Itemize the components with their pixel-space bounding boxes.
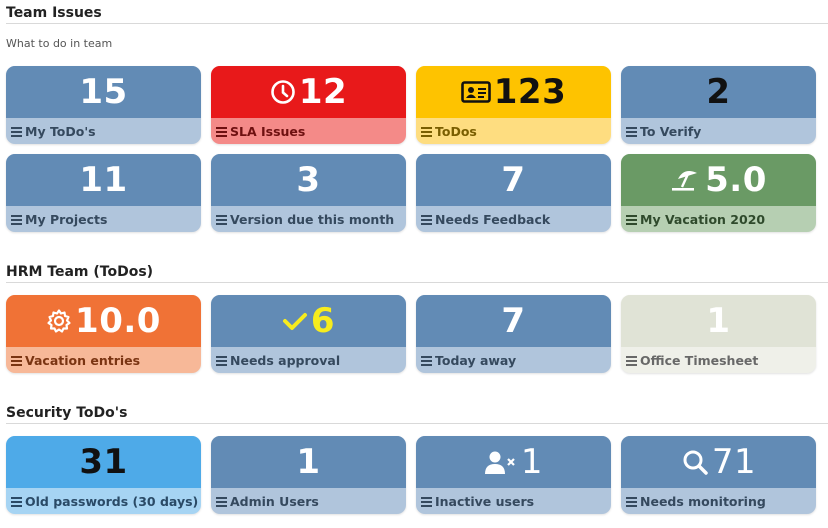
tile-label: My Vacation 2020 xyxy=(640,211,766,227)
tile-label: Today away xyxy=(435,352,517,368)
menu-icon xyxy=(421,355,432,366)
tile-label: Needs monitoring xyxy=(640,493,766,509)
tile-label: Admin Users xyxy=(230,493,319,509)
section-description: What to do in team xyxy=(6,37,113,50)
tile-label: Old passwords (30 days) xyxy=(25,493,199,509)
menu-icon xyxy=(421,496,432,507)
check-icon xyxy=(282,310,308,332)
tile-sla-issues[interactable]: 12 SLA Issues xyxy=(211,66,406,144)
menu-icon xyxy=(216,214,227,225)
tile-value: 5.0 xyxy=(705,160,767,200)
menu-icon xyxy=(216,126,227,137)
menu-icon xyxy=(216,355,227,366)
tile-label: To Verify xyxy=(640,123,702,139)
tile-to-verify[interactable]: 2 To Verify xyxy=(621,66,816,144)
tile-value: 12 xyxy=(298,72,348,112)
tile-value: 15 xyxy=(79,72,128,112)
search-icon xyxy=(681,448,709,476)
tile-vacation-entries[interactable]: 10.0 Vacation entries xyxy=(6,295,201,373)
menu-icon xyxy=(626,355,637,366)
tile-label: My Projects xyxy=(25,211,108,227)
tile-label: Inactive users xyxy=(435,493,535,509)
tile-my-todos[interactable]: 15 My ToDo's xyxy=(6,66,201,144)
tile-admin-users[interactable]: 1 Admin Users xyxy=(211,436,406,514)
tile-value: 31 xyxy=(79,442,128,482)
tile-version-due[interactable]: 3 Version due this month xyxy=(211,154,406,232)
tile-label: My ToDo's xyxy=(25,123,96,139)
tile-label: Version due this month xyxy=(230,211,395,227)
menu-icon xyxy=(11,214,22,225)
tile-old-passwords[interactable]: 31 Old passwords (30 days) xyxy=(6,436,201,514)
tile-label: Vacation entries xyxy=(25,352,141,368)
menu-icon xyxy=(216,496,227,507)
tile-label: SLA Issues xyxy=(230,123,306,139)
tile-my-projects[interactable]: 11 My Projects xyxy=(6,154,201,232)
tile-value: 11 xyxy=(79,160,128,200)
tile-label: Office Timesheet xyxy=(640,352,759,368)
tile-label: Needs Feedback xyxy=(435,211,551,227)
tile-label: Needs approval xyxy=(230,352,341,368)
tile-value: 3 xyxy=(296,160,321,200)
menu-icon xyxy=(626,214,637,225)
section-title-hrm-team: HRM Team (ToDos) xyxy=(6,264,154,280)
menu-icon xyxy=(421,126,432,137)
tile-value: 6 xyxy=(310,301,336,341)
section-title-team-issues: Team Issues xyxy=(6,5,102,21)
tile-value: 1 xyxy=(520,442,544,482)
tile-todos[interactable]: 123 ToDos xyxy=(416,66,611,144)
tile-needs-approval[interactable]: 6 Needs approval xyxy=(211,295,406,373)
tile-value: 10.0 xyxy=(75,301,161,341)
tile-office-timesheet[interactable]: 1 Office Timesheet xyxy=(621,295,816,373)
tile-needs-feedback[interactable]: 7 Needs Feedback xyxy=(416,154,611,232)
menu-icon xyxy=(11,126,22,137)
tile-value: 71 xyxy=(711,442,757,482)
menu-icon xyxy=(11,496,22,507)
tile-value: 1 xyxy=(296,442,321,482)
tile-my-vacation[interactable]: 5.0 My Vacation 2020 xyxy=(621,154,816,232)
tile-inactive-users[interactable]: 1 Inactive users xyxy=(416,436,611,514)
menu-icon xyxy=(421,214,432,225)
clock-icon xyxy=(270,79,296,105)
menu-icon xyxy=(11,355,22,366)
tile-value: 7 xyxy=(501,301,526,341)
tile-value: 123 xyxy=(493,72,567,112)
id-card-icon xyxy=(460,80,491,104)
section-divider xyxy=(6,423,828,424)
tile-today-away[interactable]: 7 Today away xyxy=(416,295,611,373)
section-divider xyxy=(6,23,828,24)
tile-value: 2 xyxy=(706,72,731,112)
tile-value: 1 xyxy=(706,301,731,341)
section-divider xyxy=(6,282,828,283)
tile-needs-monitoring[interactable]: 71 Needs monitoring xyxy=(621,436,816,514)
umbrella-beach-icon xyxy=(670,167,702,193)
menu-icon xyxy=(626,496,637,507)
menu-icon xyxy=(626,126,637,137)
user-times-icon xyxy=(484,449,518,475)
gear-icon xyxy=(46,308,72,334)
section-title-security-todos: Security ToDo's xyxy=(6,405,128,421)
tile-value: 7 xyxy=(501,160,526,200)
tile-label: ToDos xyxy=(435,123,477,139)
